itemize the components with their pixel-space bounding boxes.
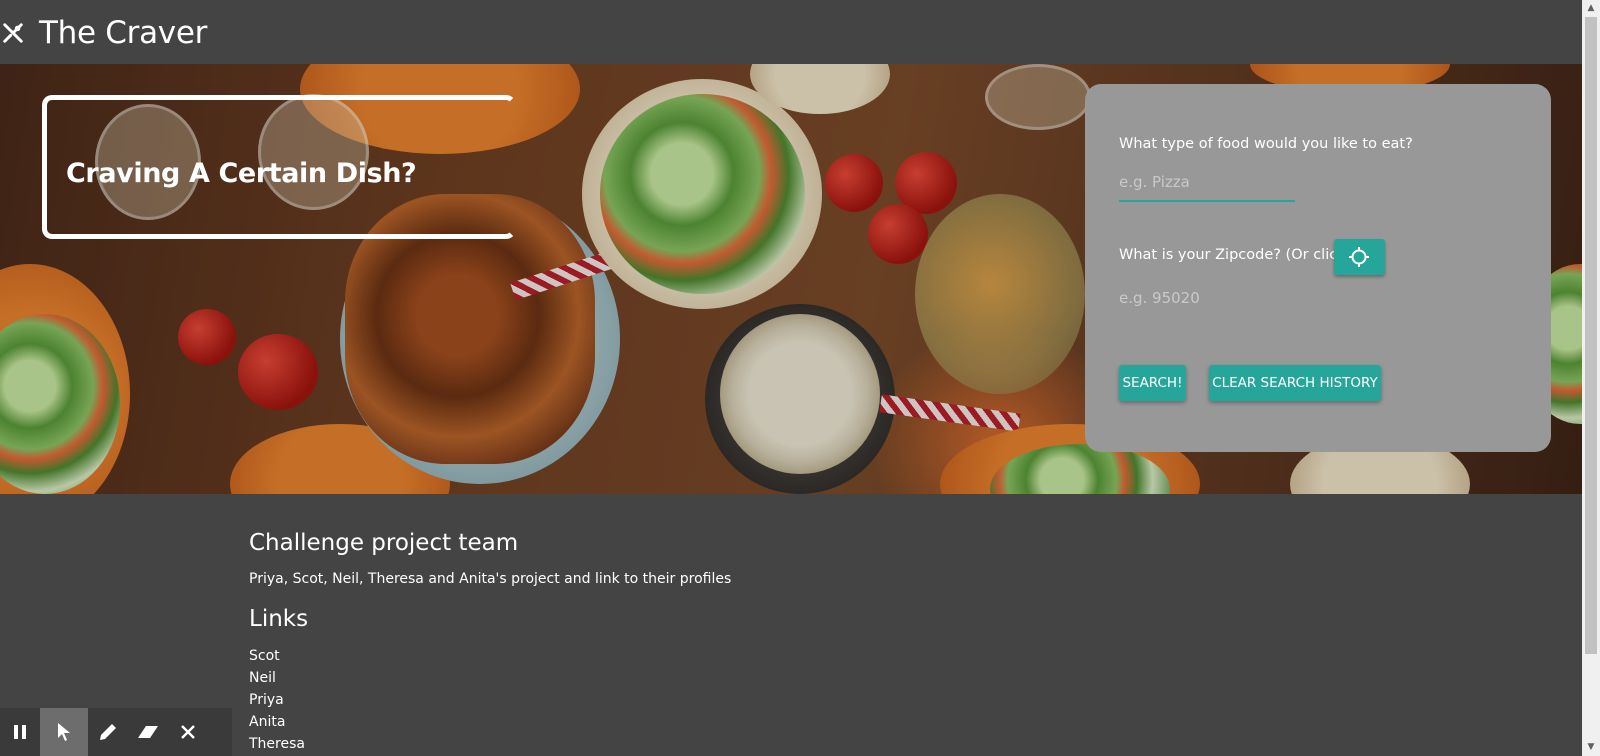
- zip-question-label: What is your Zipcode? (Or click): [1119, 247, 1352, 263]
- eraser-icon: [138, 726, 158, 738]
- eraser-tool-button[interactable]: [128, 708, 168, 756]
- search-button[interactable]: SEARCH!: [1119, 365, 1186, 401]
- page-scrollbar[interactable]: ▲ ▼: [1582, 0, 1600, 756]
- profile-link-theresa[interactable]: Theresa: [249, 733, 305, 755]
- profile-links: Scot Neil Priya Anita Theresa: [249, 645, 305, 755]
- team-description: Priya, Scot, Neil, Theresa and Anita's p…: [249, 571, 732, 587]
- pause-button[interactable]: [0, 708, 40, 756]
- pencil-icon: [100, 724, 116, 740]
- utensils-icon[interactable]: [2, 22, 24, 44]
- crosshair-icon: [1349, 247, 1369, 267]
- team-heading: Challenge project team: [249, 530, 519, 556]
- brand-title[interactable]: The Craver: [39, 14, 207, 52]
- zip-input[interactable]: [1119, 284, 1319, 312]
- scroll-thumb[interactable]: [1585, 17, 1597, 654]
- close-icon: [181, 725, 195, 739]
- scroll-up-arrow-icon[interactable]: ▲: [1582, 0, 1600, 17]
- food-question-label: What type of food would you like to eat?: [1119, 136, 1413, 152]
- profile-link-priya[interactable]: Priya: [249, 689, 305, 711]
- food-input[interactable]: [1119, 164, 1295, 202]
- clear-history-button[interactable]: CLEAR SEARCH HISTORY: [1209, 365, 1381, 401]
- scroll-down-arrow-icon[interactable]: ▼: [1582, 739, 1600, 756]
- profile-link-anita[interactable]: Anita: [249, 711, 305, 733]
- links-heading: Links: [249, 606, 309, 632]
- locate-button[interactable]: [1334, 239, 1385, 275]
- close-toolbar-button[interactable]: [168, 708, 208, 756]
- hero-callout-title: Craving A Certain Dish?: [66, 158, 417, 189]
- select-tool-button[interactable]: [40, 708, 88, 756]
- profile-link-neil[interactable]: Neil: [249, 667, 305, 689]
- navbar: The Craver: [0, 0, 1582, 64]
- profile-link-scot[interactable]: Scot: [249, 645, 305, 667]
- cursor-icon: [58, 723, 70, 741]
- pen-tool-button[interactable]: [88, 708, 128, 756]
- pause-icon: [14, 725, 26, 739]
- annotation-toolbar: [0, 708, 232, 756]
